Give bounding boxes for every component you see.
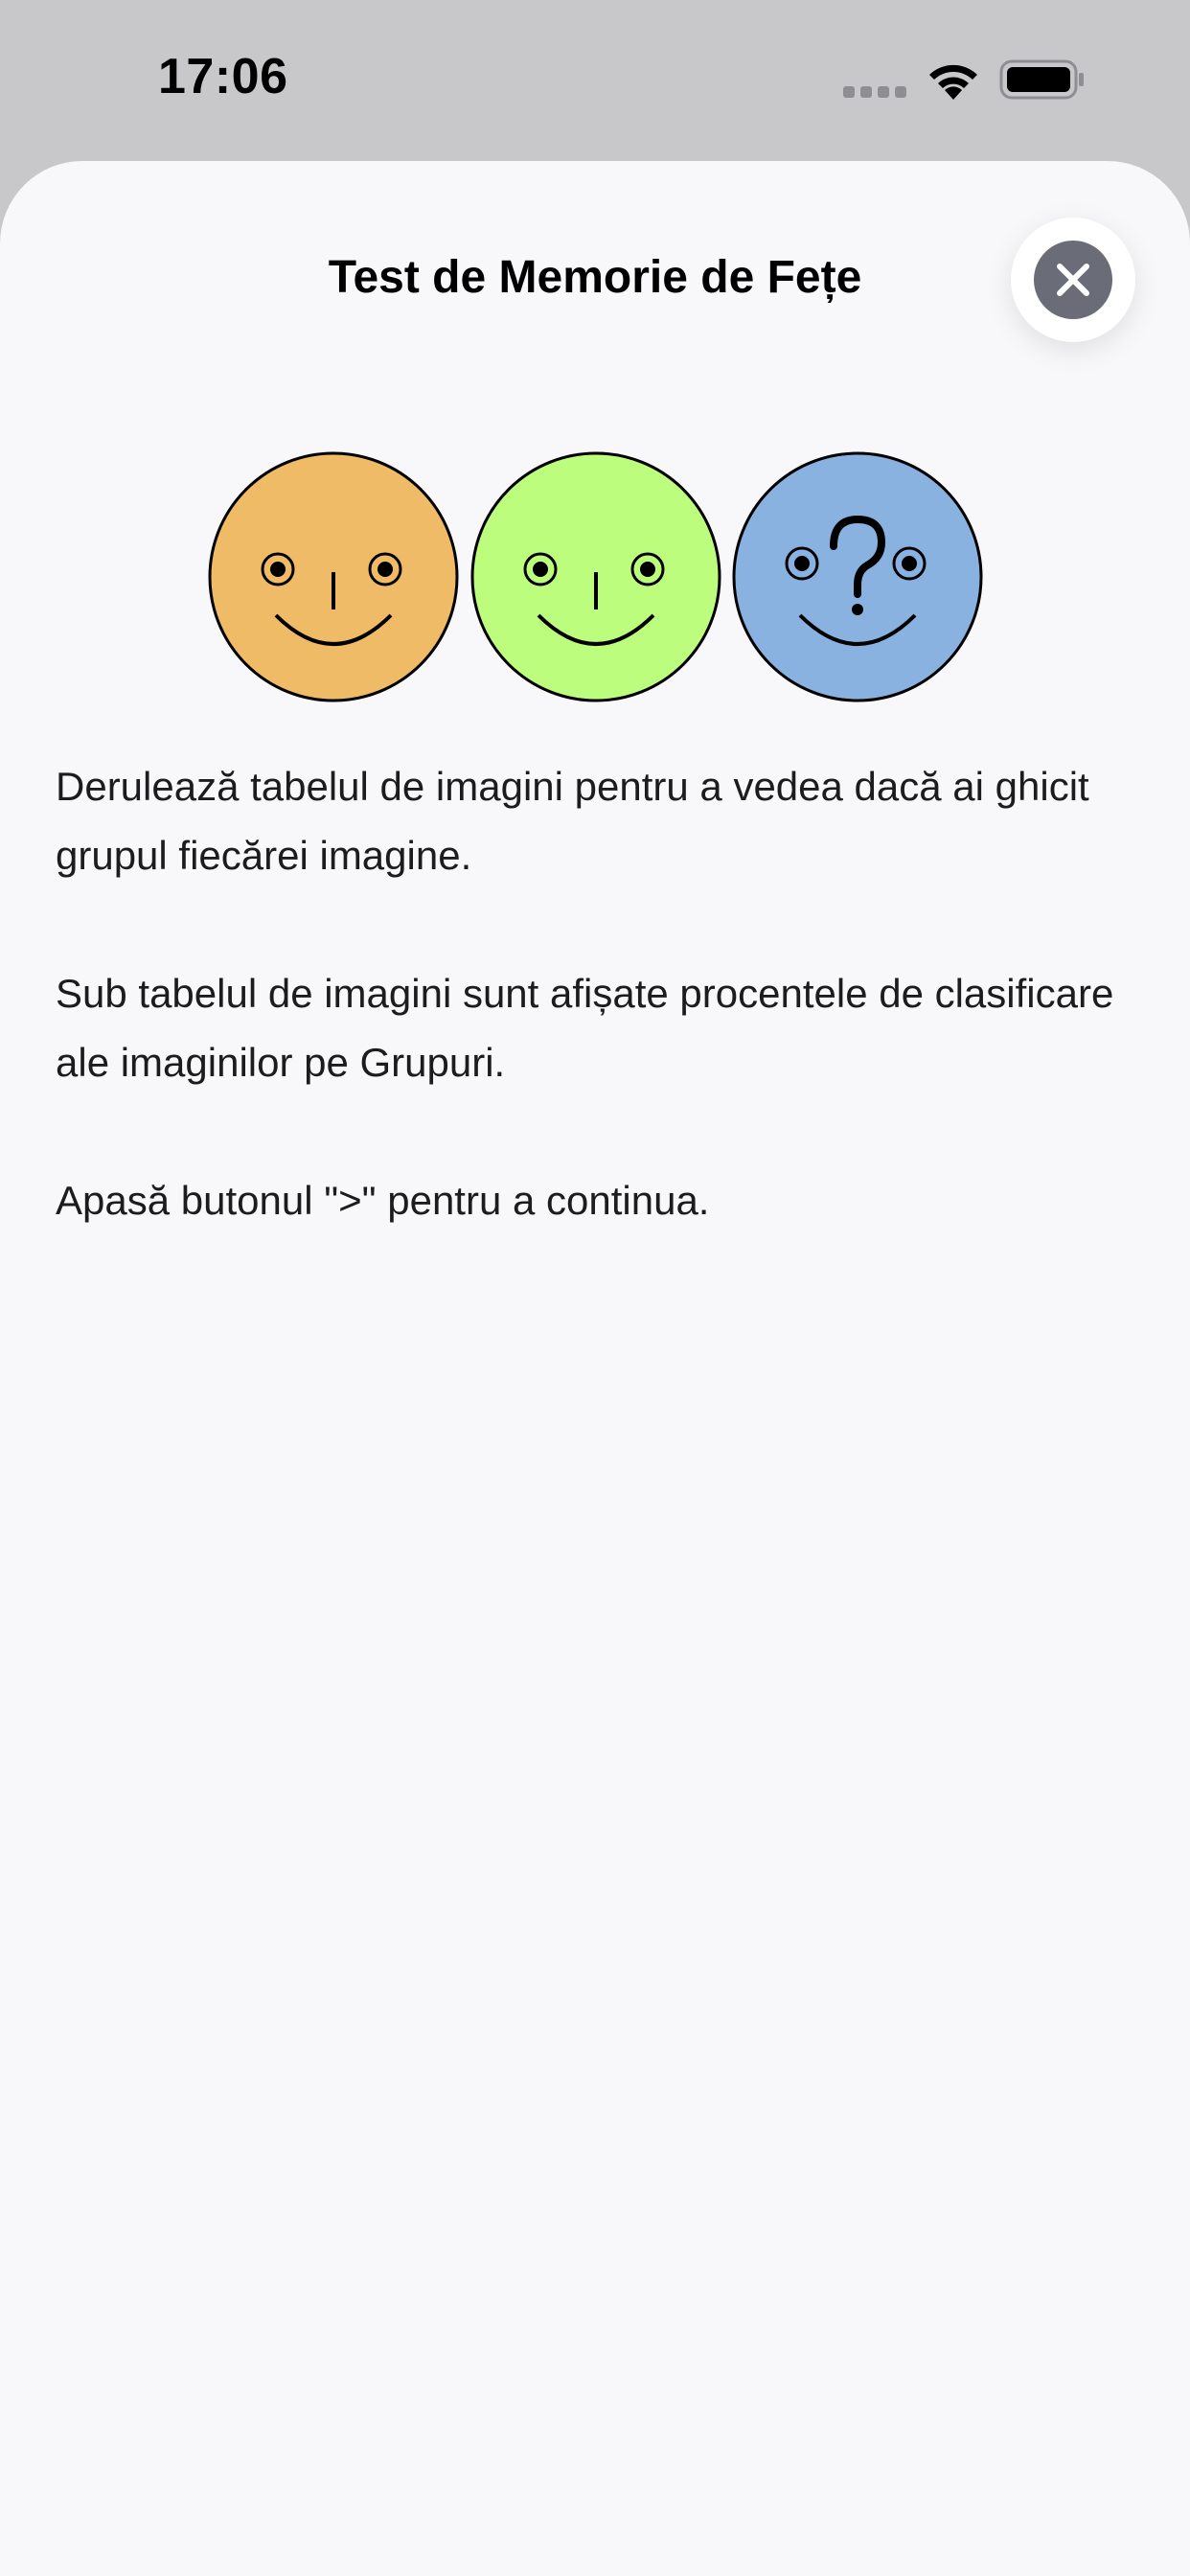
instructions-paragraph-1: Derulează tabelul de imagini pentru a ve… xyxy=(56,764,1089,878)
wifi-icon xyxy=(929,64,977,100)
cellular-signal-icon xyxy=(843,86,906,98)
instructions-paragraph-3: Apasă butonul ">" pentru a continua. xyxy=(56,1178,710,1223)
blue-question-face-icon xyxy=(732,451,983,702)
status-time: 17:06 xyxy=(158,49,288,104)
close-icon xyxy=(1034,241,1112,319)
close-button[interactable] xyxy=(1011,218,1135,342)
faces-illustration xyxy=(207,450,983,705)
status-bar: 17:06 xyxy=(0,0,1190,163)
green-face-icon xyxy=(470,451,721,702)
instructions-paragraph-2: Sub tabelul de imagini sunt afișate proc… xyxy=(56,971,1114,1085)
battery-icon xyxy=(999,59,1084,100)
orange-face-icon xyxy=(208,451,459,702)
instructions-text: Derulează tabelul de imagini pentru a ve… xyxy=(56,752,1138,1304)
